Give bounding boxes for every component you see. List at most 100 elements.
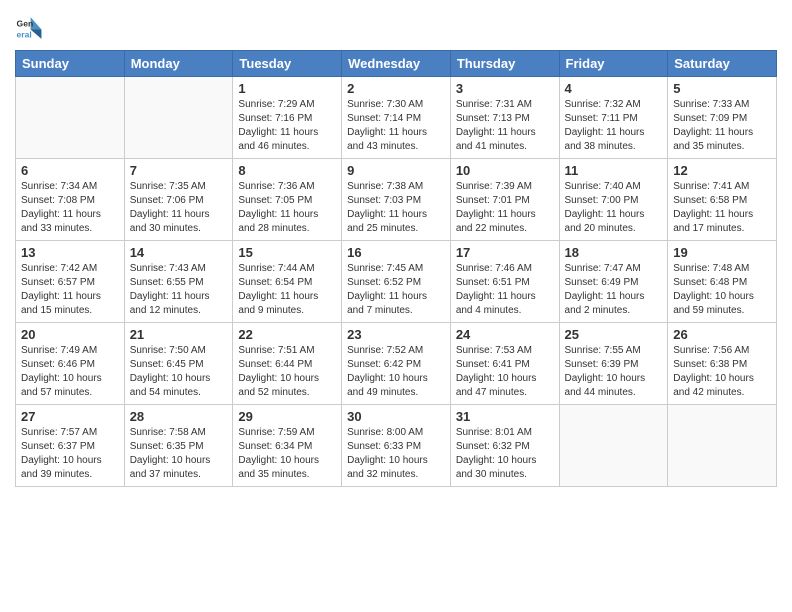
day-number: 24	[456, 327, 554, 342]
day-info: Sunrise: 8:00 AM Sunset: 6:33 PM Dayligh…	[347, 426, 445, 482]
day-info: Sunrise: 7:30 AM Sunset: 7:14 PM Dayligh…	[347, 98, 445, 154]
day-number: 7	[130, 163, 228, 178]
calendar-cell	[559, 405, 668, 487]
day-info: Sunrise: 7:47 AM Sunset: 6:49 PM Dayligh…	[565, 262, 663, 318]
calendar-cell: 23Sunrise: 7:52 AM Sunset: 6:42 PM Dayli…	[342, 323, 451, 405]
calendar-week-row: 1 Sunrise: 7:29 AM Sunset: 7:16 PM Daylig…	[16, 77, 777, 159]
day-info: Sunrise: 7:44 AM Sunset: 6:54 PM Dayligh…	[238, 262, 336, 318]
day-number: 6	[21, 163, 119, 178]
day-info: Sunrise: 7:51 AM Sunset: 6:44 PM Dayligh…	[238, 344, 336, 400]
day-number: 26	[673, 327, 771, 342]
calendar-cell: 29 Sunrise: 7:59 AM Sunset: 6:34 PM Dayli…	[233, 405, 342, 487]
day-number: 20	[21, 327, 119, 342]
day-info: Sunrise: 7:52 AM Sunset: 6:42 PM Dayligh…	[347, 344, 445, 400]
day-number: 19	[673, 245, 771, 260]
day-number: 28	[130, 409, 228, 424]
day-number: 17	[456, 245, 554, 260]
day-number: 21	[130, 327, 228, 342]
day-info: Sunrise: 7:40 AM Sunset: 7:00 PM Dayligh…	[565, 180, 663, 236]
day-number: 16	[347, 245, 445, 260]
calendar-cell: 22 Sunrise: 7:51 AM Sunset: 6:44 PM Dayli…	[233, 323, 342, 405]
day-info: Sunrise: 7:33 AM Sunset: 7:09 PM Dayligh…	[673, 98, 771, 154]
calendar-day-header: Saturday	[668, 51, 777, 77]
day-info: Sunrise: 7:50 AM Sunset: 6:45 PM Dayligh…	[130, 344, 228, 400]
day-number: 11	[565, 163, 663, 178]
day-info: Sunrise: 7:45 AM Sunset: 6:52 PM Dayligh…	[347, 262, 445, 318]
day-info: Sunrise: 7:36 AM Sunset: 7:05 PM Dayligh…	[238, 180, 336, 236]
calendar-cell	[16, 77, 125, 159]
calendar-cell: 8 Sunrise: 7:36 AM Sunset: 7:05 PM Daylig…	[233, 159, 342, 241]
day-info: Sunrise: 7:57 AM Sunset: 6:37 PM Dayligh…	[21, 426, 119, 482]
calendar-cell	[124, 77, 233, 159]
page: Gen eral SundayMondayTuesdayWednesdayThu…	[0, 0, 792, 612]
calendar-cell: 20 Sunrise: 7:49 AM Sunset: 6:46 PM Dayli…	[16, 323, 125, 405]
calendar-day-header: Sunday	[16, 51, 125, 77]
calendar-cell: 6 Sunrise: 7:34 AM Sunset: 7:08 PM Daylig…	[16, 159, 125, 241]
svg-text:eral: eral	[17, 29, 32, 39]
day-number: 18	[565, 245, 663, 260]
day-number: 29	[238, 409, 336, 424]
calendar-cell: 2 Sunrise: 7:30 AM Sunset: 7:14 PM Daylig…	[342, 77, 451, 159]
day-info: Sunrise: 8:01 AM Sunset: 6:32 PM Dayligh…	[456, 426, 554, 482]
calendar-cell: 17 Sunrise: 7:46 AM Sunset: 6:51 PM Dayli…	[450, 241, 559, 323]
logo-icon: Gen eral	[15, 14, 43, 42]
calendar-cell: 31 Sunrise: 8:01 AM Sunset: 6:32 PM Dayli…	[450, 405, 559, 487]
calendar-cell: 12Sunrise: 7:41 AM Sunset: 6:58 PM Dayli…	[668, 159, 777, 241]
calendar-cell: 3Sunrise: 7:31 AM Sunset: 7:13 PM Daylig…	[450, 77, 559, 159]
calendar-cell: 19 Sunrise: 7:48 AM Sunset: 6:48 PM Dayli…	[668, 241, 777, 323]
calendar-week-row: 20 Sunrise: 7:49 AM Sunset: 6:46 PM Dayli…	[16, 323, 777, 405]
calendar-cell: 9Sunrise: 7:38 AM Sunset: 7:03 PM Daylig…	[342, 159, 451, 241]
calendar-week-row: 13 Sunrise: 7:42 AM Sunset: 6:57 PM Dayli…	[16, 241, 777, 323]
calendar-cell: 5Sunrise: 7:33 AM Sunset: 7:09 PM Daylig…	[668, 77, 777, 159]
calendar-cell: 28 Sunrise: 7:58 AM Sunset: 6:35 PM Dayli…	[124, 405, 233, 487]
day-info: Sunrise: 7:42 AM Sunset: 6:57 PM Dayligh…	[21, 262, 119, 318]
calendar-cell: 14 Sunrise: 7:43 AM Sunset: 6:55 PM Dayli…	[124, 241, 233, 323]
header: Gen eral	[15, 10, 777, 42]
day-info: Sunrise: 7:35 AM Sunset: 7:06 PM Dayligh…	[130, 180, 228, 236]
day-info: Sunrise: 7:43 AM Sunset: 6:55 PM Dayligh…	[130, 262, 228, 318]
day-info: Sunrise: 7:41 AM Sunset: 6:58 PM Dayligh…	[673, 180, 771, 236]
calendar-cell: 21 Sunrise: 7:50 AM Sunset: 6:45 PM Dayli…	[124, 323, 233, 405]
calendar-cell: 26 Sunrise: 7:56 AM Sunset: 6:38 PM Dayli…	[668, 323, 777, 405]
day-number: 30	[347, 409, 445, 424]
day-number: 25	[565, 327, 663, 342]
day-info: Sunrise: 7:29 AM Sunset: 7:16 PM Dayligh…	[238, 98, 336, 154]
calendar-week-row: 27Sunrise: 7:57 AM Sunset: 6:37 PM Dayli…	[16, 405, 777, 487]
logo: Gen eral	[15, 14, 47, 42]
calendar-day-header: Thursday	[450, 51, 559, 77]
day-number: 31	[456, 409, 554, 424]
day-info: Sunrise: 7:46 AM Sunset: 6:51 PM Dayligh…	[456, 262, 554, 318]
calendar-day-header: Monday	[124, 51, 233, 77]
day-number: 14	[130, 245, 228, 260]
day-number: 10	[456, 163, 554, 178]
day-info: Sunrise: 7:32 AM Sunset: 7:11 PM Dayligh…	[565, 98, 663, 154]
day-number: 15	[238, 245, 336, 260]
calendar-cell: 11 Sunrise: 7:40 AM Sunset: 7:00 PM Dayli…	[559, 159, 668, 241]
day-info: Sunrise: 7:55 AM Sunset: 6:39 PM Dayligh…	[565, 344, 663, 400]
day-info: Sunrise: 7:58 AM Sunset: 6:35 PM Dayligh…	[130, 426, 228, 482]
day-number: 1	[238, 81, 336, 96]
day-number: 2	[347, 81, 445, 96]
day-info: Sunrise: 7:34 AM Sunset: 7:08 PM Dayligh…	[21, 180, 119, 236]
calendar-cell: 18 Sunrise: 7:47 AM Sunset: 6:49 PM Dayli…	[559, 241, 668, 323]
day-number: 22	[238, 327, 336, 342]
calendar-cell: 24 Sunrise: 7:53 AM Sunset: 6:41 PM Dayli…	[450, 323, 559, 405]
day-info: Sunrise: 7:56 AM Sunset: 6:38 PM Dayligh…	[673, 344, 771, 400]
calendar-cell: 10 Sunrise: 7:39 AM Sunset: 7:01 PM Dayli…	[450, 159, 559, 241]
day-info: Sunrise: 7:49 AM Sunset: 6:46 PM Dayligh…	[21, 344, 119, 400]
day-info: Sunrise: 7:39 AM Sunset: 7:01 PM Dayligh…	[456, 180, 554, 236]
calendar-cell: 30 Sunrise: 8:00 AM Sunset: 6:33 PM Dayli…	[342, 405, 451, 487]
day-info: Sunrise: 7:53 AM Sunset: 6:41 PM Dayligh…	[456, 344, 554, 400]
day-info: Sunrise: 7:31 AM Sunset: 7:13 PM Dayligh…	[456, 98, 554, 154]
svg-text:Gen: Gen	[17, 18, 34, 28]
calendar-cell: 7 Sunrise: 7:35 AM Sunset: 7:06 PM Daylig…	[124, 159, 233, 241]
calendar-day-header: Friday	[559, 51, 668, 77]
day-number: 13	[21, 245, 119, 260]
day-number: 4	[565, 81, 663, 96]
day-number: 8	[238, 163, 336, 178]
calendar-cell: 15 Sunrise: 7:44 AM Sunset: 6:54 PM Dayli…	[233, 241, 342, 323]
calendar-week-row: 6 Sunrise: 7:34 AM Sunset: 7:08 PM Daylig…	[16, 159, 777, 241]
day-info: Sunrise: 7:59 AM Sunset: 6:34 PM Dayligh…	[238, 426, 336, 482]
calendar-cell: 4 Sunrise: 7:32 AM Sunset: 7:11 PM Daylig…	[559, 77, 668, 159]
day-info: Sunrise: 7:48 AM Sunset: 6:48 PM Dayligh…	[673, 262, 771, 318]
